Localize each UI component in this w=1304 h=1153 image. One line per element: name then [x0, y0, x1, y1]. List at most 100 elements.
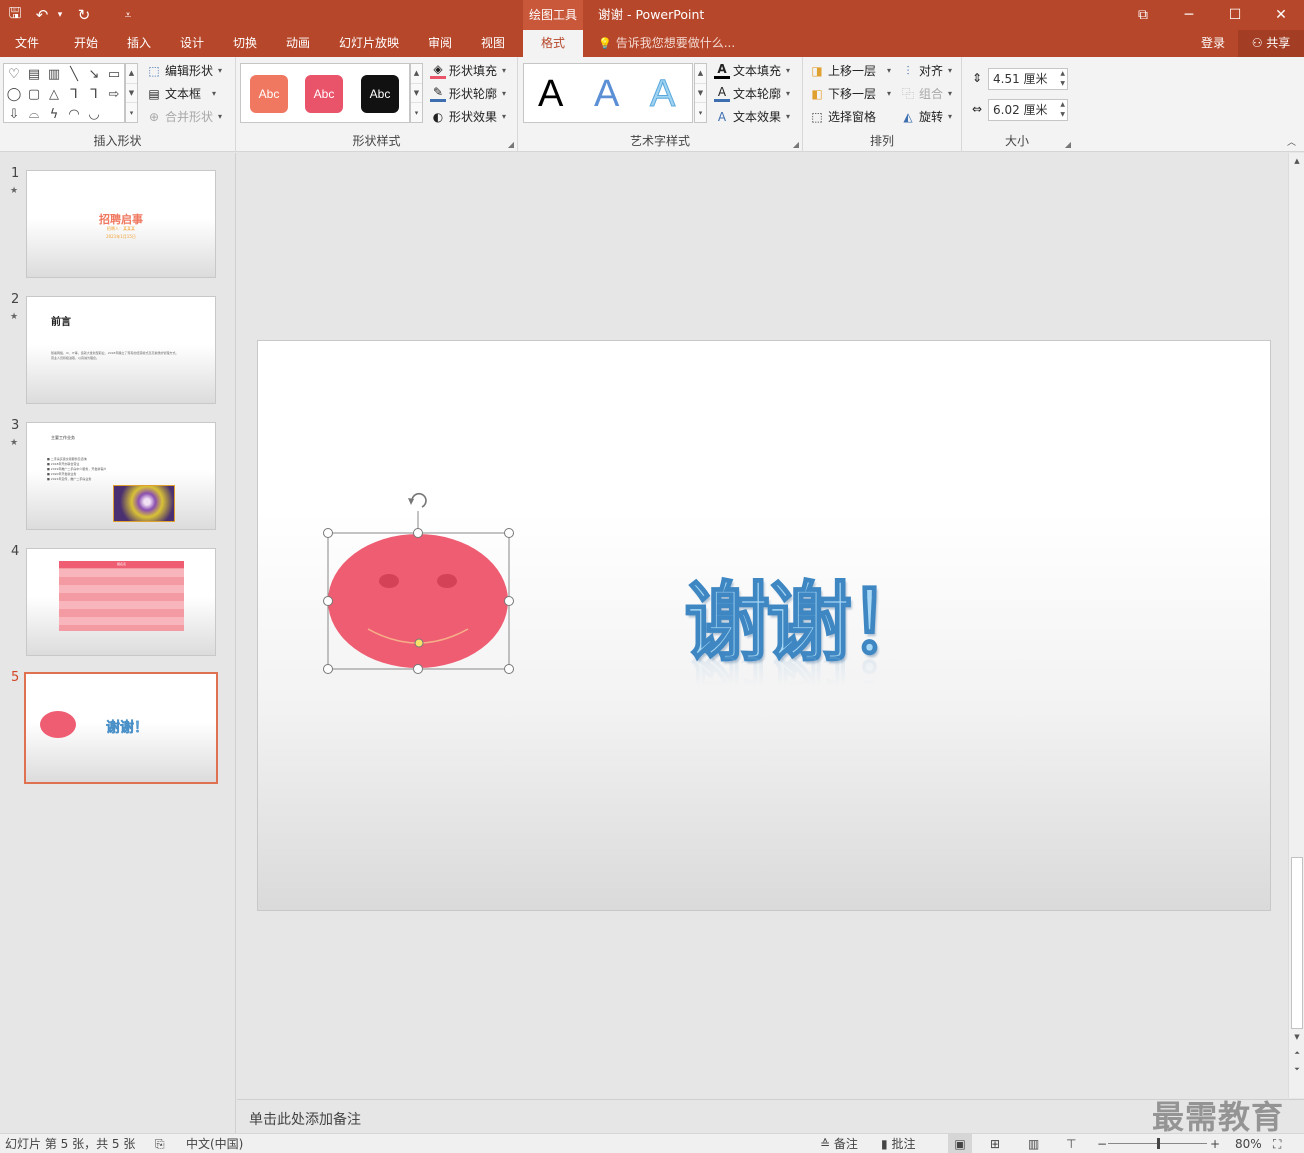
previous-slide-icon[interactable]: ⏶ [1291, 1047, 1303, 1059]
height-spinner-icon[interactable]: ▲ ▼ [1060, 69, 1065, 89]
elbow-connector-shape-icon[interactable]: ⅂ [64, 84, 84, 104]
tab-view[interactable]: 视图 [471, 30, 515, 57]
resize-handle[interactable] [323, 528, 333, 538]
shape-style-swatch[interactable]: Abc [361, 75, 399, 113]
adjust-handle[interactable] [414, 638, 424, 648]
spell-check-icon[interactable]: ⎘ [155, 1134, 165, 1153]
align-button[interactable]: ⫶ 对齐 ▾ [900, 61, 952, 81]
slide-thumbnail-3[interactable]: 主要工作业务 ■ 二手房买卖交易服务及咨询 ■ 2018年开办联合营业 ■ 20… [26, 422, 216, 530]
tab-design[interactable]: 设计 [170, 30, 214, 57]
elbow-arrow-shape-icon[interactable]: ⅂ [84, 84, 104, 104]
shape-outline-button[interactable]: ✎ 形状轮廓 ▾ [430, 84, 506, 104]
wordart-gallery[interactable]: A A A [523, 63, 693, 123]
tab-animations[interactable]: 动画 [276, 30, 320, 57]
resize-handle[interactable] [504, 664, 514, 674]
merge-shapes-button[interactable]: ⊕ 合并形状 ▾ [146, 107, 222, 127]
tell-me-box[interactable]: 💡 告诉我您想要做什么... [598, 30, 735, 57]
width-spinner-icon[interactable]: ▲ ▼ [1060, 100, 1065, 120]
rotate-handle-icon[interactable] [408, 492, 427, 508]
redo-icon[interactable]: ↻ [66, 0, 102, 30]
scroll-up-icon[interactable]: ▲ [126, 64, 137, 84]
line-shape-icon[interactable]: ╲ [64, 64, 84, 84]
text-outline-button[interactable]: A 文本轮廓 ▾ [714, 84, 790, 104]
shape-fill-button[interactable]: ◈ 形状填充 ▾ [430, 61, 506, 81]
dialog-launcher-icon[interactable]: ◢ [1065, 140, 1071, 149]
tab-review[interactable]: 审阅 [418, 30, 462, 57]
customize-qat-icon[interactable]: ⩡ [102, 0, 154, 30]
triangle-shape-icon[interactable]: △ [44, 84, 64, 104]
smiley-face-shape[interactable] [318, 487, 518, 677]
tab-slideshow[interactable]: 幻灯片放映 [333, 30, 405, 57]
group-button[interactable]: ⿻ 组合 ▾ [900, 84, 952, 104]
maximize-icon[interactable]: ☐ [1212, 0, 1258, 30]
tab-file[interactable]: 文件 [5, 30, 49, 57]
shape-width-input[interactable]: 6.02 厘米 ▲ ▼ [988, 99, 1068, 121]
shape-style-gallery[interactable]: Abc Abc Abc [240, 63, 410, 123]
tab-home[interactable]: 开始 [64, 30, 108, 57]
zoom-in-icon[interactable]: + [1210, 1134, 1220, 1153]
wordart-sample[interactable]: A [594, 72, 619, 116]
shape-style-swatch[interactable]: Abc [250, 75, 288, 113]
tab-format[interactable]: 格式 [523, 30, 583, 57]
undo-dropdown-icon[interactable]: ▾ [54, 0, 66, 30]
resize-handle[interactable] [413, 528, 423, 538]
wordart-sample[interactable]: A [538, 72, 563, 116]
resize-handle[interactable] [504, 596, 514, 606]
shape-effects-button[interactable]: ◐ 形状效果 ▾ [430, 107, 506, 127]
close-icon[interactable]: ✕ [1258, 0, 1304, 30]
resize-handle[interactable] [323, 664, 333, 674]
oval-shape-icon[interactable]: ◯ [4, 84, 24, 104]
undo-icon[interactable]: ↶ [30, 0, 54, 30]
arc-shape-icon[interactable]: ◠ [64, 104, 84, 124]
notes-pane[interactable]: 单击此处添加备注 [237, 1099, 1304, 1133]
text-fill-button[interactable]: A 文本填充 ▾ [714, 61, 790, 81]
right-arrow-shape-icon[interactable]: ⇨ [104, 84, 124, 104]
next-slide-icon[interactable]: ⏷ [1291, 1063, 1303, 1075]
text-box-button[interactable]: ▤ 文本框 ▾ [146, 84, 216, 104]
normal-view-icon[interactable]: ▣ [948, 1134, 972, 1153]
arrow-line-shape-icon[interactable]: ↘ [84, 64, 104, 84]
text-effects-button[interactable]: A 文本效果 ▾ [714, 107, 790, 127]
shape-height-input[interactable]: 4.51 厘米 ▲ ▼ [988, 68, 1068, 90]
save-icon[interactable]: 🖫 [0, 0, 30, 30]
scroll-up-icon[interactable]: ▲ [411, 64, 422, 84]
more-icon[interactable]: ▾ [411, 103, 422, 122]
curve-shape-icon[interactable]: ◡ [84, 104, 104, 124]
minimize-icon[interactable]: ─ [1166, 0, 1212, 30]
lightning-shape-icon[interactable]: ϟ [44, 104, 64, 124]
notes-toggle-button[interactable]: ≙ 备注 [820, 1134, 858, 1153]
scroll-down-icon[interactable]: ▼ [695, 84, 706, 104]
edit-shape-button[interactable]: ⬚ 编辑形状 ▾ [146, 61, 222, 81]
zoom-level[interactable]: 80% [1235, 1134, 1262, 1153]
heart-shape-icon[interactable]: ♡ [4, 64, 24, 84]
notes-placeholder[interactable]: 单击此处添加备注 [249, 1109, 361, 1129]
wordart-gallery-scroll[interactable]: ▲ ▼ ▾ [694, 63, 707, 123]
zoom-slider-thumb[interactable] [1157, 1138, 1160, 1149]
ribbon-display-options-icon[interactable]: ⧉ [1120, 0, 1166, 30]
sign-in-link[interactable]: 登录 [1201, 30, 1225, 57]
reading-view-icon[interactable]: ▥ [1028, 1134, 1039, 1153]
vertical-scrollbar[interactable]: ▲ ▼ ⏶ ⏷ [1288, 153, 1304, 1098]
scroll-down-icon[interactable]: ▼ [411, 84, 422, 104]
language-status[interactable]: 中文(中国) [186, 1134, 243, 1153]
slide-thumbnail-2[interactable]: 前言 随着网络、IC、IT等，造就大批新型职业，2018年确立了现有的经营模式及… [26, 296, 216, 404]
collapse-ribbon-icon[interactable]: ︿ [1287, 135, 1296, 148]
slide-thumbnail-4[interactable]: 报名表 [26, 548, 216, 656]
shape-style-gallery-scroll[interactable]: ▲ ▼ ▾ [410, 63, 423, 123]
slide-thumbnail-5[interactable]: 谢谢！ [24, 672, 218, 784]
shape-style-swatch[interactable]: Abc [305, 75, 343, 113]
bring-forward-button[interactable]: ◨ 上移一层 ▾ [809, 61, 891, 81]
slide-sorter-view-icon[interactable]: ⊞ [990, 1134, 1000, 1153]
more-icon[interactable]: ▾ [126, 103, 137, 122]
down-arrow-shape-icon[interactable]: ⇩ [4, 104, 24, 124]
dialog-launcher-icon[interactable]: ◢ [508, 140, 514, 149]
textbox-shape-icon[interactable]: ▤ [24, 64, 44, 84]
selection-pane-button[interactable]: ⬚ 选择窗格 [809, 107, 876, 127]
zoom-out-icon[interactable]: − [1097, 1134, 1107, 1153]
wordart-sample[interactable]: A [649, 72, 675, 116]
dialog-launcher-icon[interactable]: ◢ [793, 140, 799, 149]
current-slide[interactable]: 谢谢！ 谢谢！ [257, 340, 1271, 911]
shapes-gallery-scroll[interactable]: ▲ ▼ ▾ [125, 63, 138, 123]
send-backward-button[interactable]: ◧ 下移一层 ▾ [809, 84, 891, 104]
slide-thumbnail-1[interactable]: 招聘启事 招聘人：某某某 2021年1月15日 [26, 170, 216, 278]
